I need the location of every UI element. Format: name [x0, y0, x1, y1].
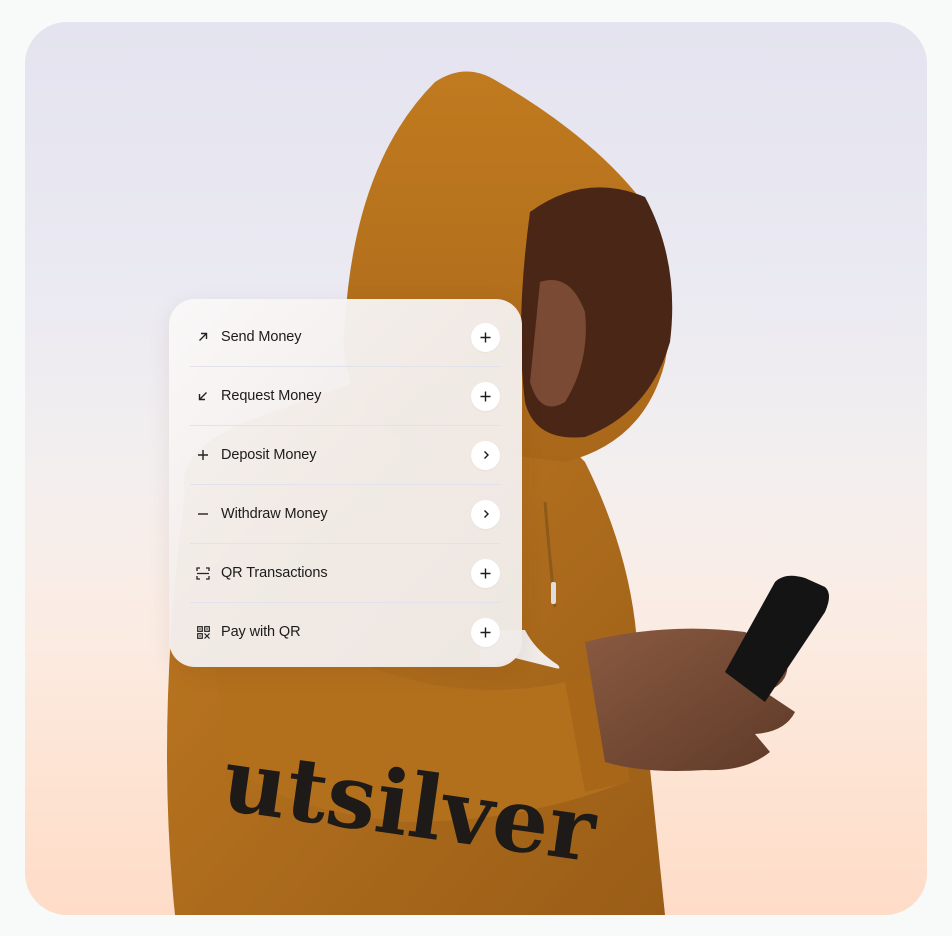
- deposit-money-open-button[interactable]: [471, 440, 500, 470]
- request-money-add-button[interactable]: [471, 381, 500, 411]
- send-money-add-button[interactable]: [471, 322, 500, 352]
- arrow-down-left-icon: [192, 385, 214, 407]
- menu-item-label: Pay with QR: [221, 624, 301, 640]
- plus-icon: [192, 444, 214, 466]
- menu-item-label: Request Money: [221, 388, 322, 404]
- qr-transactions-add-button[interactable]: [471, 558, 500, 588]
- menu-item-withdraw-money[interactable]: Withdraw Money: [190, 485, 501, 544]
- chevron-right-icon: [483, 510, 489, 518]
- chevron-right-icon: [483, 451, 489, 459]
- withdraw-money-open-button[interactable]: [471, 499, 500, 529]
- menu-item-pay-with-qr[interactable]: Pay with QR: [190, 603, 501, 661]
- menu-item-qr-transactions[interactable]: QR Transactions: [190, 544, 501, 603]
- menu-item-deposit-money[interactable]: Deposit Money: [190, 426, 501, 485]
- arrow-up-right-icon: [192, 326, 214, 348]
- menu-item-send-money[interactable]: Send Money: [190, 308, 501, 367]
- menu-item-label: Withdraw Money: [221, 506, 328, 522]
- plus-icon: [480, 627, 491, 637]
- menu-item-request-money[interactable]: Request Money: [190, 367, 501, 426]
- plus-icon: [480, 568, 491, 578]
- plus-icon: [480, 332, 491, 342]
- menu-item-label: Send Money: [221, 329, 302, 345]
- menu-item-label: Deposit Money: [221, 447, 317, 463]
- minus-icon: [192, 503, 214, 525]
- plus-icon: [480, 391, 491, 401]
- menu-item-label: QR Transactions: [221, 565, 328, 581]
- pay-with-qr-add-button[interactable]: [471, 617, 500, 647]
- action-menu-card: Send Money Request Money Deposit Money W…: [169, 299, 522, 667]
- scan-frame-icon: [192, 562, 214, 584]
- qr-code-icon: [192, 621, 214, 643]
